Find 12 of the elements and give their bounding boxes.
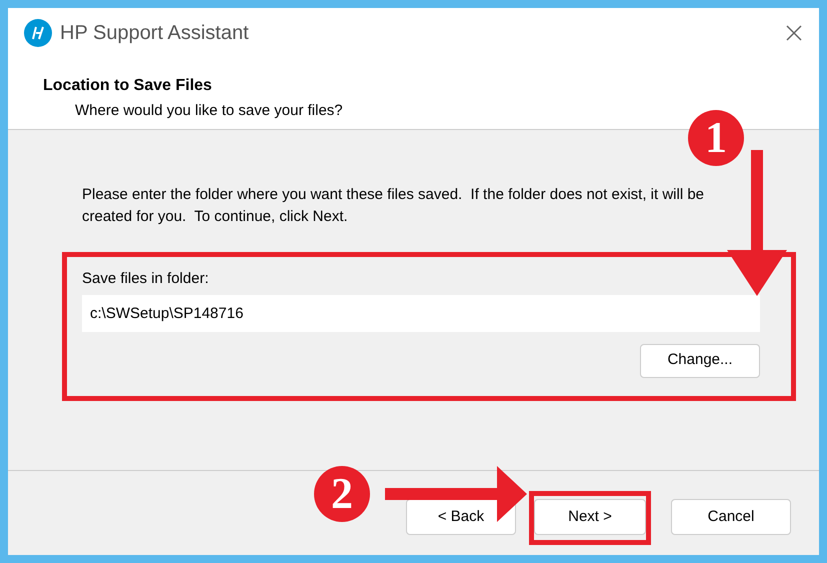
next-button[interactable]: Next > bbox=[534, 499, 646, 535]
close-icon[interactable] bbox=[785, 24, 803, 42]
change-button[interactable]: Change... bbox=[640, 344, 760, 378]
logo-icon bbox=[24, 19, 52, 47]
back-button[interactable]: < Back bbox=[406, 499, 516, 535]
folder-input[interactable]: c:\SWSetup\SP148716 bbox=[82, 294, 760, 332]
cancel-button[interactable]: Cancel bbox=[671, 499, 791, 535]
header-subtitle: Where would you like to save your files? bbox=[75, 101, 344, 121]
folder-label: Save files in folder: bbox=[82, 269, 210, 289]
window-title: HP Support Assistant bbox=[60, 21, 249, 46]
instructions-text: Please enter the folder where you want these files saved. If the folder does not exist, it will be created for you. To continue, click Next. bbox=[82, 185, 706, 227]
header-title: Location to Save Files bbox=[43, 76, 213, 96]
